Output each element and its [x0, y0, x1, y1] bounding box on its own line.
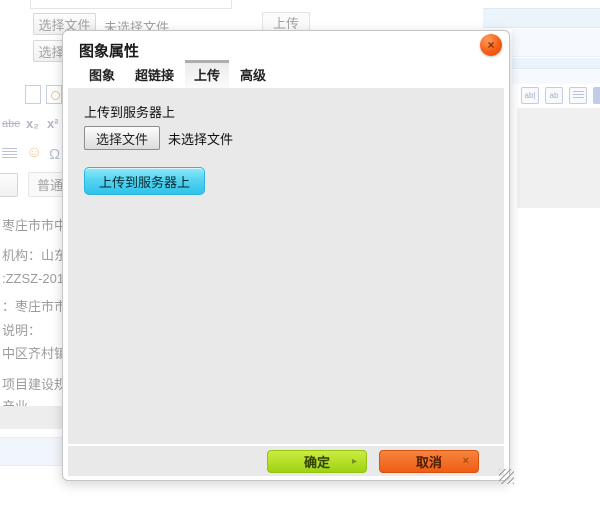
file-input-row: 选择文件 未选择文件 [84, 126, 488, 150]
tab-advanced[interactable]: 高级 [231, 60, 275, 88]
choose-file-button[interactable]: 选择文件 [84, 126, 160, 150]
cancel-button[interactable]: 取消 × [379, 450, 479, 473]
tab-image[interactable]: 图象 [80, 60, 124, 88]
no-file-selected-text: 未选择文件 [168, 129, 233, 148]
upload-to-server-button[interactable]: 上传到服务器上 [84, 167, 205, 195]
ok-button[interactable]: 确定 ▸ [267, 450, 367, 473]
image-properties-dialog: 图象属性 × 图象 超链接 上传 高级 上传到服务器上 选择文件 未选择文件 上… [62, 30, 510, 481]
ok-button-label: 确定 [304, 452, 330, 471]
upload-tab-panel: 上传到服务器上 选择文件 未选择文件 上传到服务器上 [68, 88, 504, 444]
cancel-x-icon: × [463, 455, 469, 467]
dialog-tabs: 图象 超链接 上传 高级 [63, 62, 509, 88]
tab-upload[interactable]: 上传 [185, 60, 229, 88]
dialog-title: 图象属性 [79, 40, 139, 61]
ok-arrow-icon: ▸ [352, 456, 357, 467]
upload-section-label: 上传到服务器上 [84, 102, 488, 121]
tab-hyperlink[interactable]: 超链接 [126, 60, 183, 88]
cancel-button-label: 取消 [416, 452, 442, 471]
dialog-header: 图象属性 × [63, 31, 509, 62]
resize-handle[interactable] [499, 469, 514, 484]
close-icon: × [487, 39, 494, 51]
dialog-footer: 确定 ▸ 取消 × [68, 444, 504, 476]
close-button[interactable]: × [480, 34, 502, 56]
